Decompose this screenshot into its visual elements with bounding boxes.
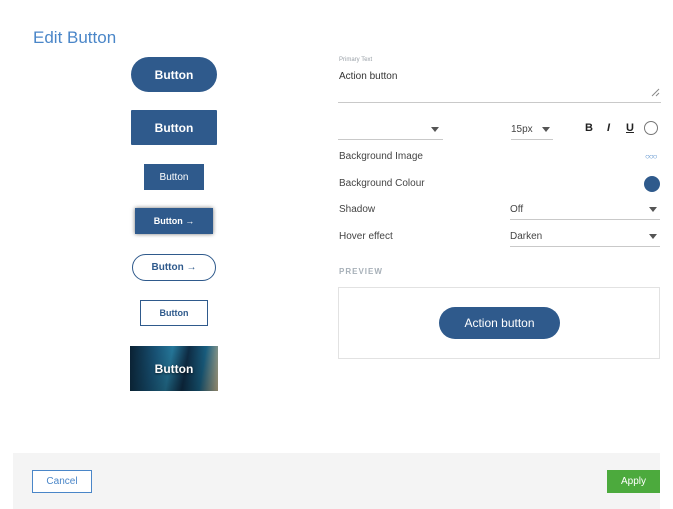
text-color-picker[interactable] xyxy=(644,121,658,135)
font-size-select[interactable]: 15px xyxy=(511,124,533,135)
hover-effect-select[interactable]: Darken xyxy=(510,231,542,242)
preset-rectangle-button[interactable]: Button xyxy=(131,110,217,145)
hover-effect-label: Hover effect xyxy=(339,231,393,242)
shadow-select[interactable]: Off xyxy=(510,204,523,215)
background-image-label: Background Image xyxy=(339,151,423,162)
preset-outline-pill-arrow-button[interactable]: Button → xyxy=(132,254,216,281)
hover-effect-underline xyxy=(510,246,660,247)
preset-pill-button[interactable]: Button xyxy=(131,57,217,92)
primary-text-input[interactable]: Action button xyxy=(339,71,397,82)
shadow-label: Shadow xyxy=(339,204,376,215)
font-family-underline xyxy=(338,139,443,140)
primary-text-label: Primary Text xyxy=(339,57,373,63)
preset-shadow-arrow-button[interactable]: Button → xyxy=(135,208,213,234)
preset-image-button[interactable]: Button xyxy=(130,346,218,391)
preset-outline-button[interactable]: Button xyxy=(140,300,208,326)
preview-button[interactable]: Action button xyxy=(439,307,560,339)
chevron-down-icon xyxy=(649,207,657,212)
resize-handle-icon[interactable] xyxy=(651,88,660,97)
apply-button[interactable]: Apply xyxy=(607,470,660,493)
preset-small-button[interactable]: Button xyxy=(144,164,204,190)
underline-button[interactable]: U xyxy=(626,122,634,134)
dialog-footer xyxy=(13,453,660,509)
chevron-down-icon xyxy=(649,234,657,239)
bold-button[interactable]: B xyxy=(585,122,593,134)
background-colour-label: Background Colour xyxy=(339,178,425,189)
chevron-down-icon xyxy=(542,127,550,132)
font-size-underline xyxy=(511,139,553,140)
background-colour-swatch[interactable] xyxy=(644,176,660,192)
italic-button[interactable]: I xyxy=(607,122,610,134)
cancel-button[interactable]: Cancel xyxy=(32,470,92,493)
shadow-underline xyxy=(510,219,660,220)
chevron-down-icon xyxy=(431,127,439,132)
dialog-title: Edit Button xyxy=(33,28,117,47)
font-family-select[interactable] xyxy=(338,118,443,140)
more-dots-icon[interactable]: ○○○ xyxy=(645,152,657,161)
preview-label: PREVIEW xyxy=(339,267,383,276)
primary-text-underline xyxy=(338,102,661,103)
